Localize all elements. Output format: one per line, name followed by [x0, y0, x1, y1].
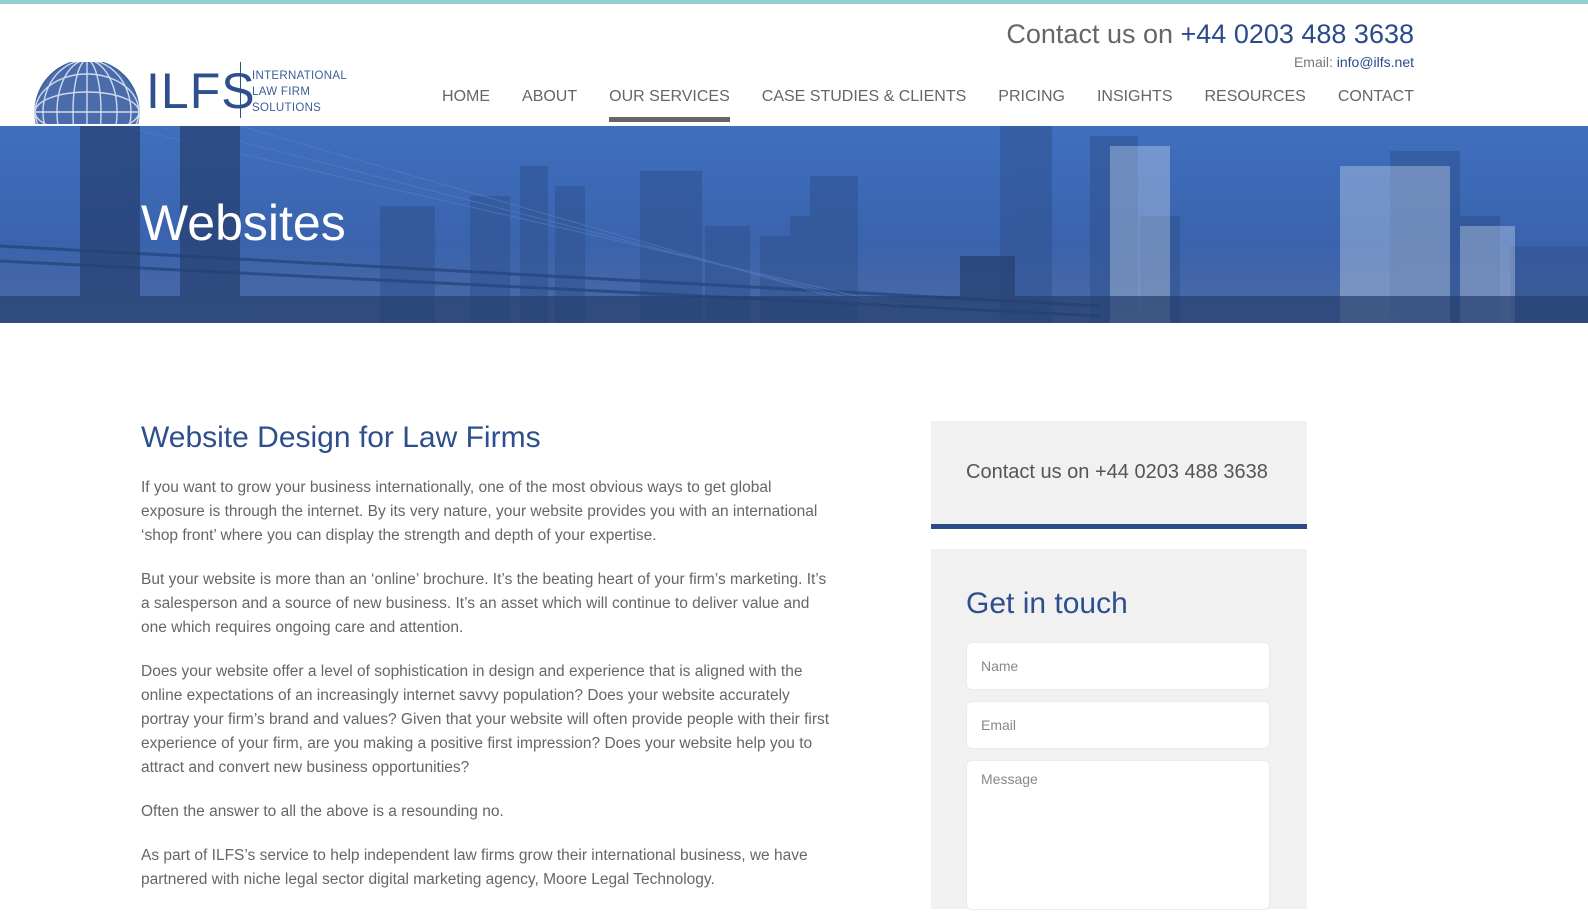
nav-item-case-studies-clients[interactable]: CASE STUDIES & CLIENTS [762, 88, 967, 122]
contact-prefix: Contact us on [1006, 19, 1181, 49]
name-field[interactable] [966, 642, 1270, 690]
nav-item-home[interactable]: HOME [442, 88, 490, 122]
logo-tagline-line: LAW FIRM [252, 86, 311, 98]
email-label: Email: [1293, 54, 1337, 70]
nav-item-resources[interactable]: RESOURCES [1205, 88, 1306, 122]
contact-form: Get in touch [931, 549, 1307, 910]
nav-item-our-services[interactable]: OUR SERVICES [609, 88, 730, 122]
sidebar-contact-phone[interactable]: Contact us on +44 0203 488 3638 [966, 461, 1268, 484]
content-paragraph: If you want to grow your business intern… [141, 479, 818, 544]
phone-link[interactable]: +44 0203 488 3638 [1181, 19, 1414, 49]
main-content: Website Design for Law Firms If you want… [141, 420, 831, 912]
message-field[interactable] [966, 760, 1270, 910]
globe-icon [34, 62, 140, 124]
nav-item-pricing[interactable]: PRICING [998, 88, 1065, 122]
content-paragraph: But your website is more than an ‘online… [141, 571, 827, 636]
hero-banner: Websites [0, 126, 1588, 323]
site-header: ILFS INTERNATIONAL LAW FIRM SOLUTIONS Co… [0, 4, 1588, 126]
content-heading: Website Design for Law Firms [141, 421, 541, 454]
header-contact-email: Email: info@ilfs.net [1294, 54, 1414, 70]
site-logo[interactable]: ILFS INTERNATIONAL LAW FIRM SOLUTIONS [34, 62, 364, 128]
nav-item-contact[interactable]: CONTACT [1338, 88, 1414, 122]
content-paragraph: As part of ILFS’s service to help indepe… [141, 847, 808, 888]
logo-tagline-line: INTERNATIONAL [252, 70, 348, 82]
sidebar-contact-box: Contact us on +44 0203 488 3638 [931, 421, 1307, 529]
email-link[interactable]: info@ilfs.net [1337, 54, 1414, 70]
form-title: Get in touch [966, 587, 1128, 620]
content-paragraph: Does your website offer a level of sophi… [141, 663, 830, 776]
content-paragraph: Often the answer to all the above is a r… [141, 803, 504, 820]
logo-tagline-line: SOLUTIONS [252, 102, 322, 114]
header-contact-phone: Contact us on +44 0203 488 3638 [1006, 19, 1414, 50]
logo-divider [240, 62, 241, 118]
main-nav: HOME ABOUT OUR SERVICES CASE STUDIES & C… [442, 88, 1414, 122]
nav-item-about[interactable]: ABOUT [522, 88, 577, 122]
logo-tagline: INTERNATIONAL LAW FIRM SOLUTIONS [252, 68, 347, 116]
nav-item-insights[interactable]: INSIGHTS [1097, 88, 1173, 122]
page-title: Websites [141, 195, 346, 251]
email-field[interactable] [966, 701, 1270, 749]
